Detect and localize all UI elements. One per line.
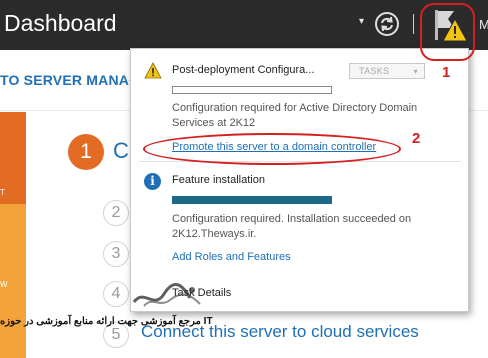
deployment-progress-bar [172,86,332,94]
step-number: 2 [103,200,129,226]
top-bar: Dashboard ▾ M [0,0,488,50]
step-number: 4 [103,281,129,307]
manage-menu[interactable]: M [479,17,488,32]
sidebar-tile-label: W [0,280,8,289]
info-icon: i [144,173,161,190]
refresh-icon[interactable] [374,11,400,37]
step-number: 1 [68,134,104,170]
notification-title: Post-deployment Configura... [172,64,315,76]
watermark-text: مرجع آموزشی جهت ارائه منابع آموزشی در حو… [0,316,213,327]
welcome-banner: TO SERVER MANAG [0,72,141,88]
sidebar-tile-label: T [0,188,5,197]
annotation-label: 2 [412,130,421,147]
tasks-button-label: TASKS [359,66,390,76]
feature-progress-bar [172,196,332,204]
warning-icon [144,62,162,79]
add-roles-features-link[interactable]: Add Roles and Features [172,251,291,263]
tasks-button[interactable]: TASKS ▾ [349,63,425,79]
notification-description: Configuration required for Active Direct… [172,102,418,129]
step-label[interactable]: C [113,138,129,164]
notification-title: Feature installation [172,174,265,186]
notification-description: Configuration required. Installation suc… [172,213,412,240]
step-number: 3 [103,241,129,267]
annotation-label: 1 [442,64,451,81]
watermark-logo [132,283,201,307]
page-title: Dashboard [4,10,117,36]
chevron-down-icon[interactable]: ▾ [359,16,364,27]
annotation-circle-flag [420,3,475,61]
chevron-down-icon: ▾ [413,67,418,76]
notifications-panel: Post-deployment Configura... TASKS ▾ Con… [130,48,469,312]
toolbar-divider [413,14,414,34]
annotation-circle-link [143,133,401,165]
